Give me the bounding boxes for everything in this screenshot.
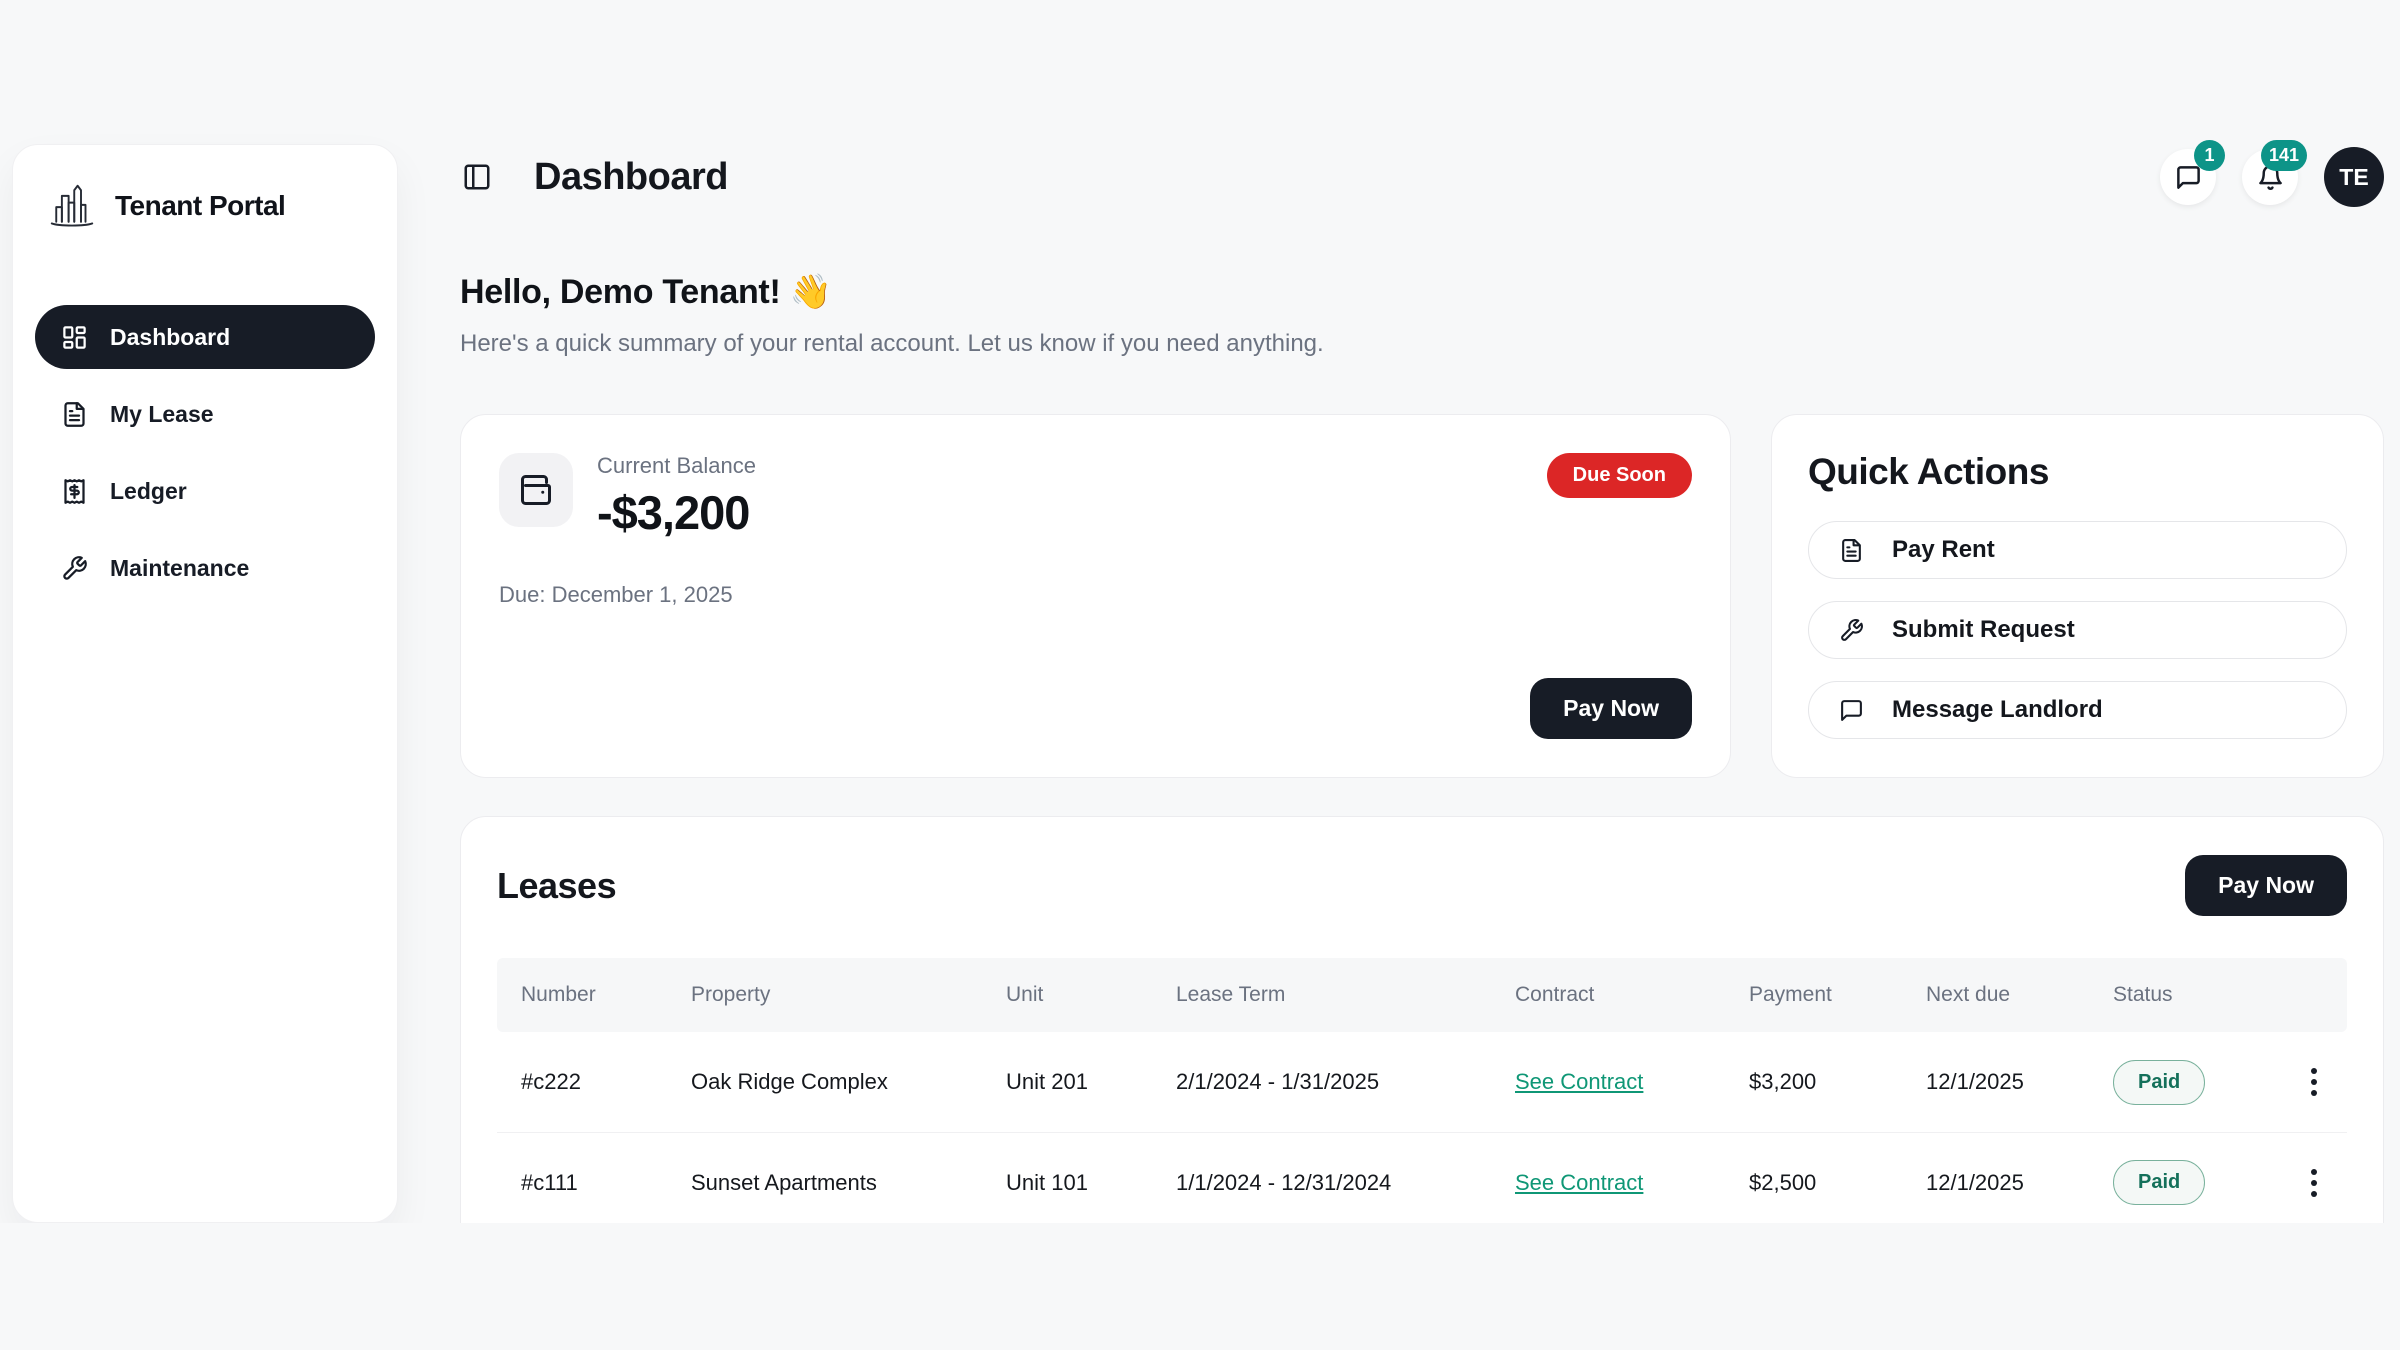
sidebar: Tenant Portal Dashboard My Lease xyxy=(12,144,398,1223)
notifications-count-badge: 141 xyxy=(2261,140,2307,171)
sidebar-item-ledger[interactable]: Ledger xyxy=(35,459,375,523)
lease-number: #c111 xyxy=(521,1170,691,1196)
sidebar-item-label: Maintenance xyxy=(110,555,249,582)
pay-now-button[interactable]: Pay Now xyxy=(1530,678,1692,739)
lease-property: Sunset Apartments xyxy=(691,1170,1006,1196)
submit-request-button[interactable]: Submit Request xyxy=(1808,601,2347,659)
quick-action-label: Submit Request xyxy=(1892,616,2075,644)
lease-next-due: 12/1/2025 xyxy=(1926,1170,2113,1196)
notifications-button[interactable]: 141 xyxy=(2242,149,2298,205)
column-header-lease-term: Lease Term xyxy=(1176,983,1515,1007)
balance-info: Current Balance -$3,200 xyxy=(597,453,756,540)
leases-title: Leases xyxy=(497,865,616,907)
brand-name: Tenant Portal xyxy=(115,190,285,222)
summary-cards-row: Current Balance -$3,200 Due Soon Due: De… xyxy=(460,414,2384,778)
column-header-number: Number xyxy=(521,983,691,1007)
chat-bubble-icon xyxy=(2175,164,2202,191)
lease-term: 2/1/2024 - 1/31/2025 xyxy=(1176,1069,1515,1095)
file-text-icon xyxy=(1839,538,1864,563)
balance-top-row: Current Balance -$3,200 Due Soon xyxy=(499,453,1692,540)
column-header-next-due: Next due xyxy=(1926,983,2113,1007)
tenant-portal-app: Tenant Portal Dashboard My Lease xyxy=(0,0,2400,1223)
messages-count-badge: 1 xyxy=(2194,140,2225,171)
lease-payment: $3,200 xyxy=(1749,1069,1926,1095)
lease-property: Oak Ridge Complex xyxy=(691,1069,1006,1095)
topbar: Dashboard 1 141 TE xyxy=(460,146,2384,208)
sidebar-item-label: My Lease xyxy=(110,401,214,428)
due-soon-badge: Due Soon xyxy=(1547,453,1692,498)
user-avatar[interactable]: TE xyxy=(2324,147,2384,207)
leases-card: Leases Pay Now Number Property Unit Leas… xyxy=(460,816,2384,1223)
sidebar-item-label: Ledger xyxy=(110,478,187,505)
quick-action-label: Pay Rent xyxy=(1892,536,1995,564)
page-title: Dashboard xyxy=(534,156,728,199)
lease-payment: $2,500 xyxy=(1749,1170,1926,1196)
leases-table: Number Property Unit Lease Term Contract… xyxy=(497,958,2347,1223)
balance-label: Current Balance xyxy=(597,453,756,479)
leases-header: Leases Pay Now xyxy=(497,855,2347,916)
lease-unit: Unit 101 xyxy=(1006,1170,1176,1196)
leases-table-header: Number Property Unit Lease Term Contract… xyxy=(497,958,2347,1032)
sidebar-item-label: Dashboard xyxy=(110,324,230,351)
wallet-icon-box xyxy=(499,453,573,527)
quick-action-label: Message Landlord xyxy=(1892,696,2103,724)
buildings-logo-icon xyxy=(45,179,99,233)
message-landlord-button[interactable]: Message Landlord xyxy=(1808,681,2347,739)
status-badge: Paid xyxy=(2113,1060,2205,1105)
see-contract-link[interactable]: See Contract xyxy=(1515,1069,1643,1094)
wrench-icon xyxy=(1839,618,1864,643)
topbar-actions: 1 141 TE xyxy=(2160,147,2384,207)
leases-pay-now-button[interactable]: Pay Now xyxy=(2185,855,2347,916)
lease-next-due: 12/1/2025 xyxy=(1926,1069,2113,1095)
lease-table-row: #c111 Sunset Apartments Unit 101 1/1/202… xyxy=(497,1132,2347,1223)
row-menu-button[interactable] xyxy=(2303,1161,2325,1205)
quick-actions-title: Quick Actions xyxy=(1808,451,2347,493)
row-menu-button[interactable] xyxy=(2303,1060,2325,1104)
wallet-icon xyxy=(518,472,554,508)
lease-table-row: #c222 Oak Ridge Complex Unit 201 2/1/202… xyxy=(497,1032,2347,1132)
see-contract-link[interactable]: See Contract xyxy=(1515,1170,1643,1195)
sidebar-item-maintenance[interactable]: Maintenance xyxy=(35,536,375,600)
main-content: Dashboard 1 141 TE Hello, Demo Tena xyxy=(460,0,2384,1223)
lease-term: 1/1/2024 - 12/31/2024 xyxy=(1176,1170,1515,1196)
column-header-status: Status xyxy=(2113,983,2281,1007)
receipt-dollar-icon xyxy=(61,478,88,505)
wrench-icon xyxy=(61,555,88,582)
column-header-payment: Payment xyxy=(1749,983,1926,1007)
file-text-icon xyxy=(61,401,88,428)
status-badge: Paid xyxy=(2113,1160,2205,1205)
quick-actions-card: Quick Actions Pay Rent Submit Request xyxy=(1771,414,2384,778)
balance-amount: -$3,200 xyxy=(597,485,756,540)
lease-unit: Unit 201 xyxy=(1006,1069,1176,1095)
due-date-text: Due: December 1, 2025 xyxy=(499,582,1692,608)
message-icon xyxy=(1839,698,1864,723)
balance-card: Current Balance -$3,200 Due Soon Due: De… xyxy=(460,414,1731,778)
sidebar-toggle-button[interactable] xyxy=(460,160,494,194)
column-header-contract: Contract xyxy=(1515,983,1749,1007)
sidebar-nav: Dashboard My Lease Ledger xyxy=(35,305,375,600)
brand-logo-row: Tenant Portal xyxy=(35,175,375,233)
column-header-property: Property xyxy=(691,983,1006,1007)
pay-rent-button[interactable]: Pay Rent xyxy=(1808,521,2347,579)
greeting-subheading: Here's a quick summary of your rental ac… xyxy=(460,330,2384,358)
quick-actions-list: Pay Rent Submit Request Message Landlord xyxy=(1808,521,2347,739)
panel-left-icon xyxy=(462,162,492,192)
messages-button[interactable]: 1 xyxy=(2160,149,2216,205)
dashboard-grid-icon xyxy=(61,324,88,351)
sidebar-item-dashboard[interactable]: Dashboard xyxy=(35,305,375,369)
column-header-unit: Unit xyxy=(1006,983,1176,1007)
sidebar-item-my-lease[interactable]: My Lease xyxy=(35,382,375,446)
greeting-section: Hello, Demo Tenant! 👋 Here's a quick sum… xyxy=(460,272,2384,358)
lease-number: #c222 xyxy=(521,1069,691,1095)
greeting-heading: Hello, Demo Tenant! 👋 xyxy=(460,272,2384,312)
